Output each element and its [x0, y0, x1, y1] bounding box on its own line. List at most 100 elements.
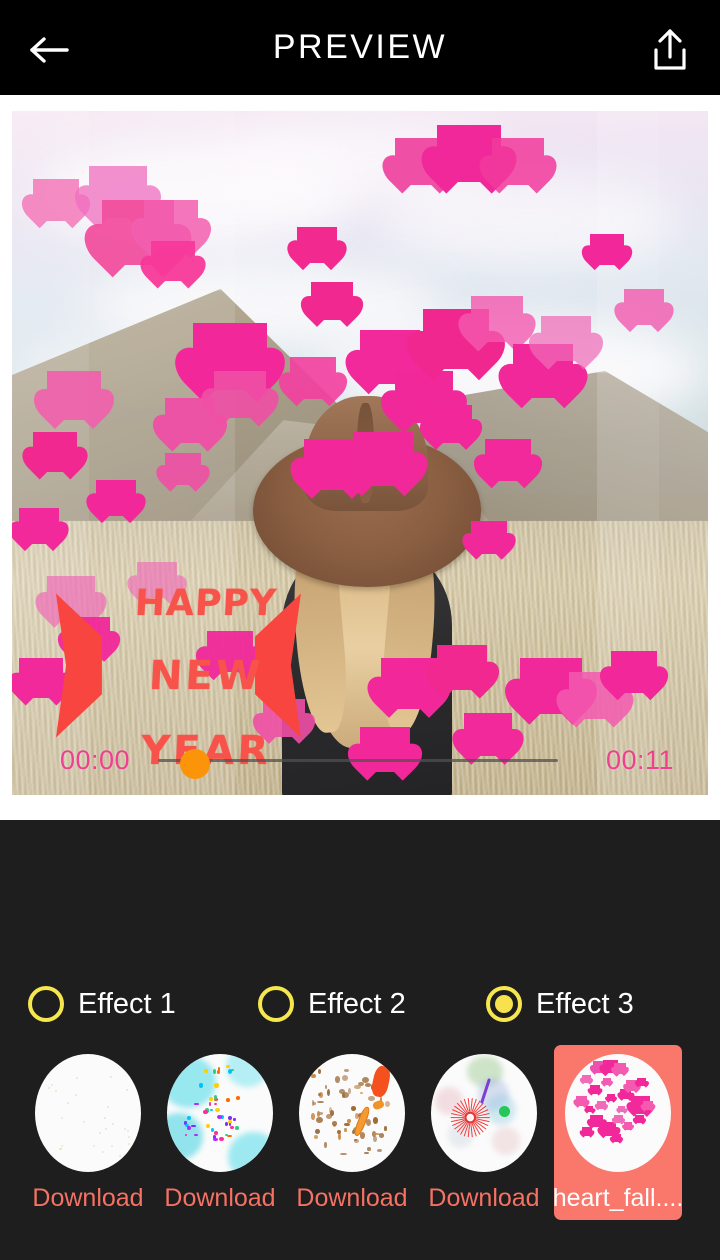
- speck: [105, 1128, 107, 1130]
- app-header: PREVIEW: [0, 0, 720, 95]
- speck: [61, 1145, 63, 1147]
- speck: [76, 1077, 78, 1079]
- heart-particle: [643, 1101, 653, 1110]
- speckle: [317, 1111, 321, 1117]
- effect-preview-image: [35, 1054, 141, 1172]
- speck: [126, 1089, 128, 1091]
- speckle: [314, 1135, 318, 1139]
- confetti-dot: [213, 1138, 218, 1141]
- orange-streak: [372, 1100, 385, 1111]
- speckle: [354, 1139, 357, 1141]
- confetti-dot: [225, 1122, 228, 1127]
- confetti-dot: [219, 1137, 223, 1141]
- speckle: [351, 1106, 356, 1111]
- green-dot: [499, 1106, 510, 1117]
- speckle: [311, 1113, 315, 1119]
- heart-particle: [582, 1127, 592, 1136]
- confetti-dot: [236, 1096, 240, 1100]
- heart-particle: [485, 439, 531, 480]
- cloud: [374, 173, 680, 269]
- heart-particle: [624, 289, 664, 325]
- effect-thumbnail-4[interactable]: Download: [420, 1045, 548, 1220]
- heart-particle: [603, 1078, 611, 1085]
- heart-particle: [19, 508, 59, 544]
- heart-particle: [33, 432, 77, 472]
- seek-handle[interactable]: [180, 749, 210, 779]
- speck: [83, 1121, 85, 1123]
- speck: [112, 1123, 114, 1125]
- confetti-dot: [233, 1118, 235, 1121]
- effect-option-2-label: Effect 2: [308, 988, 406, 1021]
- speckle: [311, 1074, 315, 1078]
- share-button[interactable]: [642, 24, 698, 76]
- heart-particle: [165, 398, 215, 443]
- speckle: [315, 1129, 320, 1134]
- effect-thumbnail-1-label: Download: [32, 1184, 143, 1213]
- speckle: [373, 1136, 377, 1142]
- heart-particle: [492, 138, 544, 185]
- speck: [59, 1148, 61, 1150]
- speck: [51, 1084, 53, 1086]
- seek-track[interactable]: [158, 759, 558, 762]
- speck: [61, 1117, 63, 1119]
- heart-particle: [33, 179, 79, 220]
- speck: [55, 1090, 57, 1092]
- sticker-line-1: HAPPY: [134, 586, 278, 622]
- heart-particle: [624, 1122, 632, 1129]
- effect-option-1[interactable]: Effect 1: [28, 975, 176, 1033]
- speckle: [342, 1075, 348, 1081]
- confetti-dot: [199, 1083, 202, 1088]
- effect-option-3[interactable]: Effect 3: [486, 975, 634, 1033]
- effect-thumbnail-3[interactable]: Download: [288, 1045, 416, 1220]
- heart-particle: [430, 405, 472, 443]
- radio-icon: [258, 986, 294, 1022]
- effect-option-1-label: Effect 1: [78, 988, 176, 1021]
- effect-thumbnail-3-label: Download: [296, 1184, 407, 1213]
- speckle: [379, 1133, 384, 1138]
- confetti-dot: [203, 1110, 207, 1114]
- playback-timeline[interactable]: 00:00 00:11: [12, 741, 708, 781]
- speck: [102, 1151, 104, 1153]
- speckle: [337, 1130, 341, 1134]
- effect-thumbnail-5-selected[interactable]: heart_fall....: [554, 1045, 682, 1220]
- confetti-dot: [209, 1097, 213, 1102]
- speck: [127, 1130, 129, 1132]
- speck: [107, 1106, 109, 1108]
- effect-thumbnail-2[interactable]: Download: [156, 1045, 284, 1220]
- effect-thumbnail-1[interactable]: Download: [24, 1045, 152, 1220]
- confetti-dot: [215, 1108, 220, 1112]
- video-preview[interactable]: HAPPY NEW YEAR 00:00 00:11: [12, 111, 708, 795]
- confetti-dot: [206, 1124, 210, 1128]
- total-time-label: 00:11: [606, 745, 674, 776]
- confetti-dot: [210, 1109, 213, 1111]
- speck: [119, 1155, 121, 1157]
- heart-particle: [597, 1101, 606, 1109]
- sticker-line-2: NEW: [148, 656, 264, 696]
- heart-particle: [290, 357, 336, 398]
- speckle: [327, 1089, 330, 1095]
- confetti-dot: [214, 1083, 218, 1088]
- effect-radio-group: Effect 1 Effect 2 Effect 3: [0, 975, 720, 1035]
- confetti-dot: [230, 1126, 234, 1129]
- effect-thumbnail-list[interactable]: Download Download Download Download hear…: [0, 1045, 720, 1220]
- heart-particle: [297, 227, 337, 263]
- radio-icon-selected: [486, 986, 522, 1022]
- heart-particle: [165, 453, 201, 485]
- effects-panel: Effect 1 Effect 2 Effect 3 Download Down…: [0, 820, 720, 1260]
- heart-particle: [582, 1075, 591, 1083]
- effect-preview-image: [565, 1054, 671, 1172]
- confetti-dot: [226, 1098, 230, 1102]
- effect-preview-image: [167, 1054, 273, 1172]
- heart-particle: [614, 1115, 623, 1123]
- speckle: [324, 1142, 326, 1149]
- confetti-dot: [194, 1134, 198, 1137]
- speck: [111, 1145, 113, 1147]
- speckle: [340, 1153, 346, 1155]
- page-title: PREVIEW: [0, 0, 720, 95]
- speckle: [344, 1128, 346, 1133]
- heart-particle: [471, 296, 523, 343]
- effect-option-2[interactable]: Effect 2: [258, 975, 406, 1033]
- effect-thumbnail-4-label: Download: [428, 1184, 539, 1213]
- speckle: [360, 1092, 363, 1095]
- speckle: [348, 1088, 351, 1094]
